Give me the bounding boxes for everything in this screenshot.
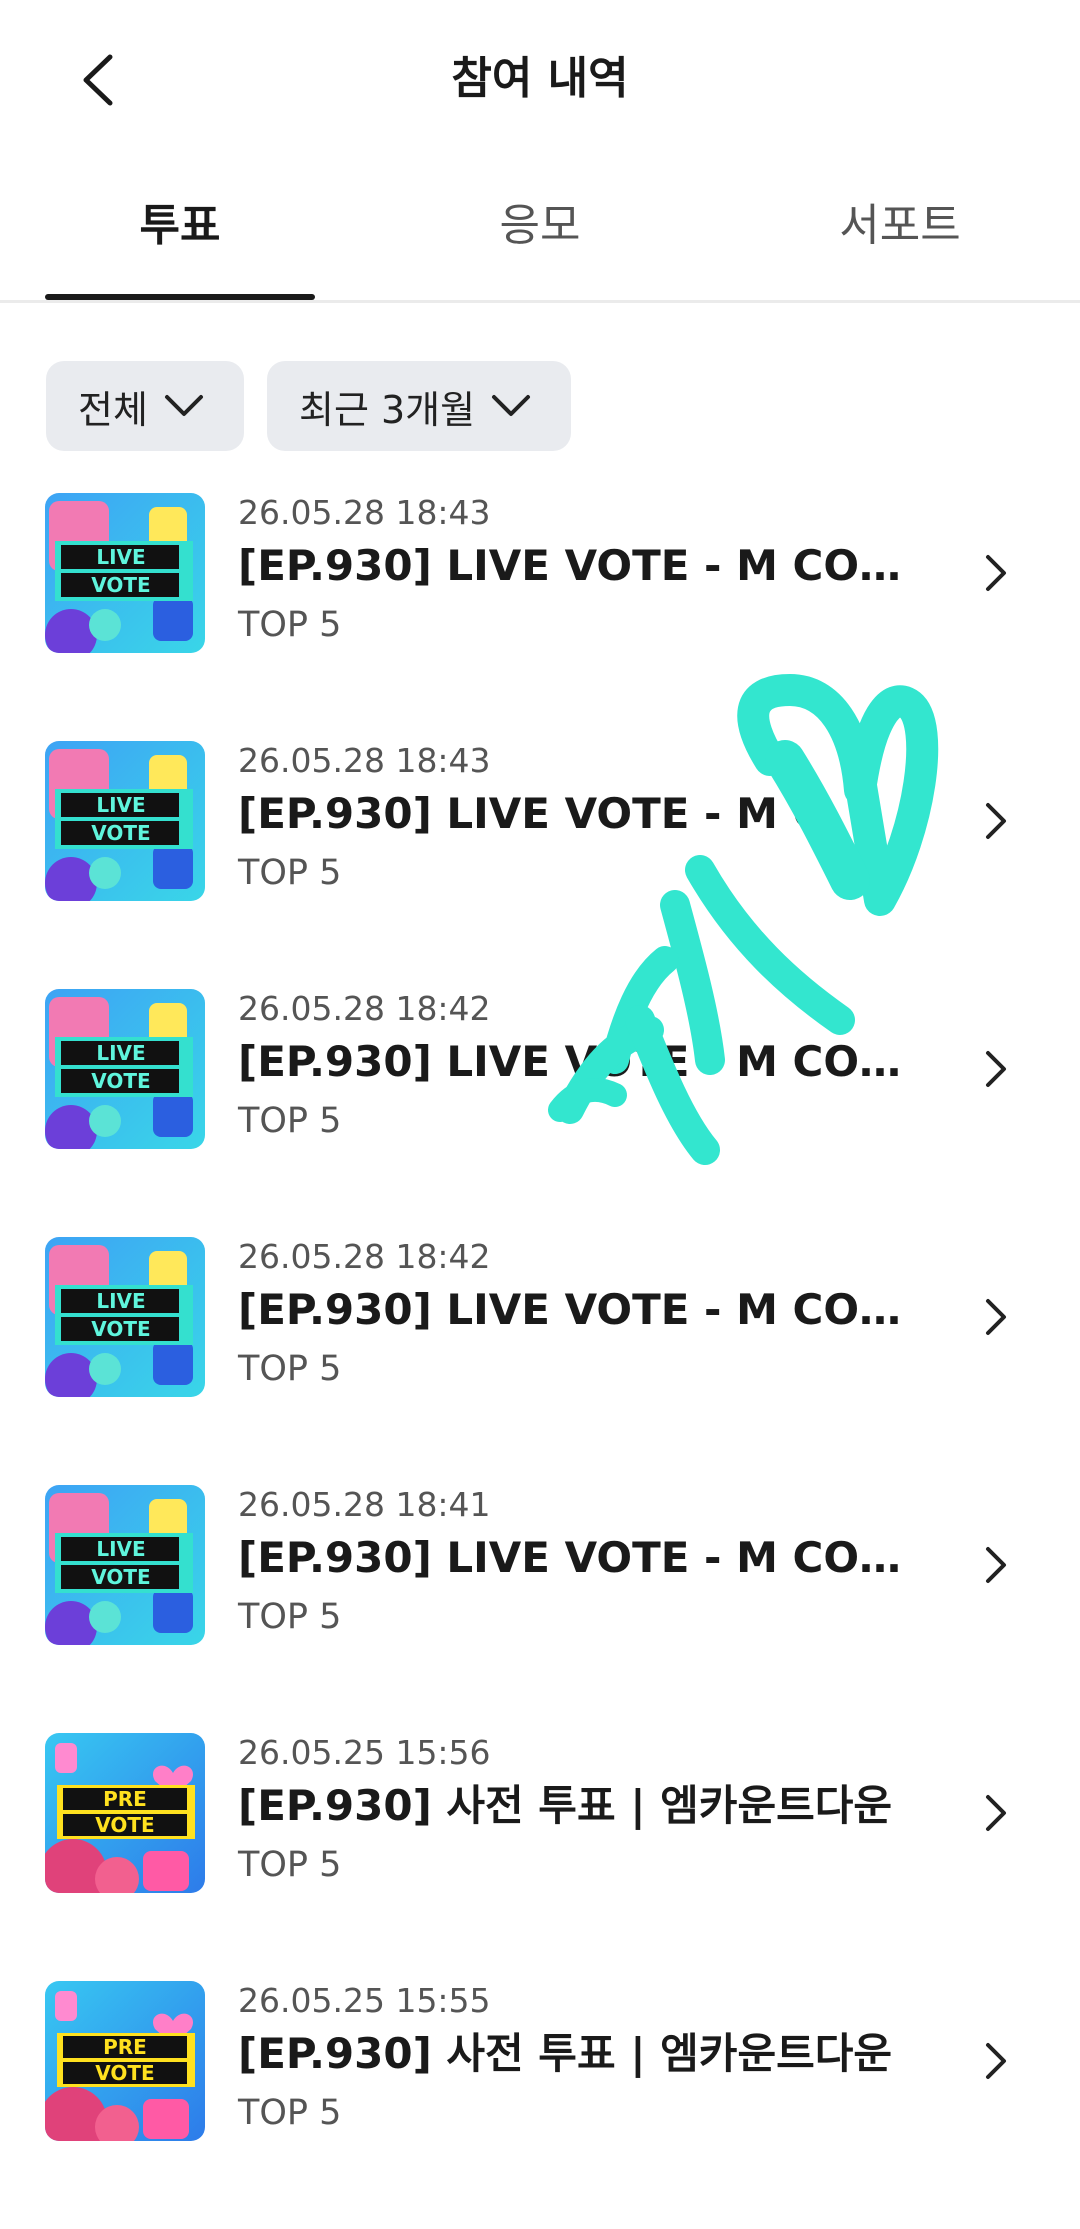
item-date: 26.05.28 18:43 bbox=[238, 493, 491, 532]
item-date: 26.05.28 18:43 bbox=[238, 741, 491, 780]
list-item[interactable]: LIVE VOTE 26.05.28 18:43 [EP.930] LIVE V… bbox=[0, 741, 1080, 989]
svg-text:PRE: PRE bbox=[103, 1787, 147, 1811]
item-title: [EP.930] LIVE VOTE - M COUN... bbox=[238, 1533, 918, 1582]
chevron-right-icon[interactable] bbox=[976, 551, 1016, 595]
svg-text:LIVE: LIVE bbox=[96, 1041, 145, 1065]
list-item[interactable]: PRE VOTE 26.05.25 15:55 [EP.930] 사전 투표 |… bbox=[0, 1981, 1080, 2229]
item-result: TOP 5 bbox=[238, 2093, 342, 2133]
filter-type-label: 전체 bbox=[78, 387, 148, 432]
item-meta: 26.05.28 18:43 [EP.930] LIVE VOTE - M CO… bbox=[238, 491, 938, 653]
item-date: 26.05.28 18:42 bbox=[238, 989, 491, 1028]
item-meta: 26.05.28 18:41 [EP.930] LIVE VOTE - M CO… bbox=[238, 1483, 938, 1645]
vote-thumbnail: LIVE VOTE bbox=[45, 741, 205, 901]
item-result: TOP 5 bbox=[238, 605, 342, 645]
item-title: [EP.930] 사전 투표 | 엠카운트다운 bbox=[238, 1781, 893, 1830]
vote-thumbnail: LIVE VOTE bbox=[45, 493, 205, 653]
item-result: TOP 5 bbox=[238, 1101, 342, 1141]
chevron-right-icon[interactable] bbox=[976, 1791, 1016, 1835]
item-meta: 26.05.28 18:42 [EP.930] LIVE VOTE - M CO… bbox=[238, 987, 938, 1149]
list-item[interactable]: LIVE VOTE 26.05.28 18:41 [EP.930] LIVE V… bbox=[0, 1485, 1080, 1733]
vote-thumbnail: LIVE VOTE bbox=[45, 1237, 205, 1397]
filter-period-label: 최근 3개월 bbox=[299, 387, 476, 432]
item-meta: 26.05.28 18:42 [EP.930] LIVE VOTE - M CO… bbox=[238, 1235, 938, 1397]
item-date: 26.05.28 18:41 bbox=[238, 1485, 491, 1524]
item-result: TOP 5 bbox=[238, 1597, 342, 1637]
item-date: 26.05.25 15:56 bbox=[238, 1733, 491, 1772]
item-title: [EP.930] 사전 투표 | 엠카운트다운 bbox=[238, 2029, 893, 2078]
tab-entry[interactable]: 응모 bbox=[405, 196, 675, 256]
svg-text:VOTE: VOTE bbox=[91, 821, 150, 845]
item-meta: 26.05.28 18:43 [EP.930] LIVE VOTE - M C … bbox=[238, 739, 938, 901]
item-date: 26.05.25 15:55 bbox=[238, 1981, 491, 2020]
item-title: [EP.930] LIVE VOTE - M COUN... bbox=[238, 1285, 918, 1334]
tab-vote[interactable]: 투표 bbox=[45, 196, 315, 256]
svg-text:LIVE: LIVE bbox=[96, 545, 145, 569]
item-meta: 26.05.25 15:55 [EP.930] 사전 투표 | 엠카운트다운 T… bbox=[238, 1979, 938, 2141]
list-item[interactable]: LIVE VOTE 26.05.28 18:42 [EP.930] LIVE V… bbox=[0, 989, 1080, 1237]
item-result: TOP 5 bbox=[238, 853, 342, 893]
item-result: TOP 5 bbox=[238, 1845, 342, 1885]
filter-bar: 전체 최근 3개월 bbox=[0, 303, 1080, 493]
svg-text:LIVE: LIVE bbox=[96, 1289, 145, 1313]
vote-thumbnail: PRE VOTE bbox=[45, 1981, 205, 2141]
list-item[interactable]: PRE VOTE 26.05.25 15:56 [EP.930] 사전 투표 |… bbox=[0, 1733, 1080, 1981]
vote-thumbnail: PRE VOTE bbox=[45, 1733, 205, 1893]
tab-bar: 투표 응모 서포트 bbox=[0, 160, 1080, 303]
chevron-down-icon bbox=[164, 393, 204, 419]
vote-thumbnail: LIVE VOTE bbox=[45, 989, 205, 1149]
svg-text:PRE: PRE bbox=[103, 2035, 147, 2059]
svg-text:VOTE: VOTE bbox=[95, 1813, 154, 1837]
item-title: [EP.930] LIVE VOTE - M C bbox=[238, 789, 824, 838]
svg-text:LIVE: LIVE bbox=[96, 793, 145, 817]
vote-thumbnail: LIVE VOTE bbox=[45, 1485, 205, 1645]
svg-text:VOTE: VOTE bbox=[91, 573, 150, 597]
svg-text:VOTE: VOTE bbox=[91, 1565, 150, 1589]
svg-text:VOTE: VOTE bbox=[91, 1069, 150, 1093]
tab-support[interactable]: 서포트 bbox=[765, 196, 1035, 256]
item-meta: 26.05.25 15:56 [EP.930] 사전 투표 | 엠카운트다운 T… bbox=[238, 1731, 938, 1893]
list-item[interactable]: LIVE VOTE 26.05.28 18:42 [EP.930] LIVE V… bbox=[0, 1237, 1080, 1485]
chevron-right-icon[interactable] bbox=[976, 1543, 1016, 1587]
item-date: 26.05.28 18:42 bbox=[238, 1237, 491, 1276]
chevron-down-icon bbox=[491, 393, 531, 419]
active-tab-indicator bbox=[45, 294, 315, 300]
header-bar: 참여 내역 bbox=[0, 0, 1080, 160]
svg-text:VOTE: VOTE bbox=[95, 2061, 154, 2085]
item-title: [EP.930] LIVE VOTE - M COUN... bbox=[238, 541, 918, 590]
chevron-right-icon[interactable] bbox=[976, 1295, 1016, 1339]
chevron-right-icon[interactable] bbox=[976, 2039, 1016, 2083]
page-title: 참여 내역 bbox=[451, 53, 629, 104]
list-item[interactable]: LIVE VOTE 26.05.28 18:43 [EP.930] LIVE V… bbox=[0, 493, 1080, 741]
chevron-right-icon[interactable] bbox=[976, 799, 1016, 843]
item-result: TOP 5 bbox=[238, 1349, 342, 1389]
item-title: [EP.930] LIVE VOTE - M COUN... bbox=[238, 1037, 918, 1086]
chevron-right-icon[interactable] bbox=[976, 1047, 1016, 1091]
filter-type-dropdown[interactable]: 전체 bbox=[46, 361, 244, 451]
filter-period-dropdown[interactable]: 최근 3개월 bbox=[267, 361, 571, 451]
svg-text:VOTE: VOTE bbox=[91, 1317, 150, 1341]
svg-text:LIVE: LIVE bbox=[96, 1537, 145, 1561]
